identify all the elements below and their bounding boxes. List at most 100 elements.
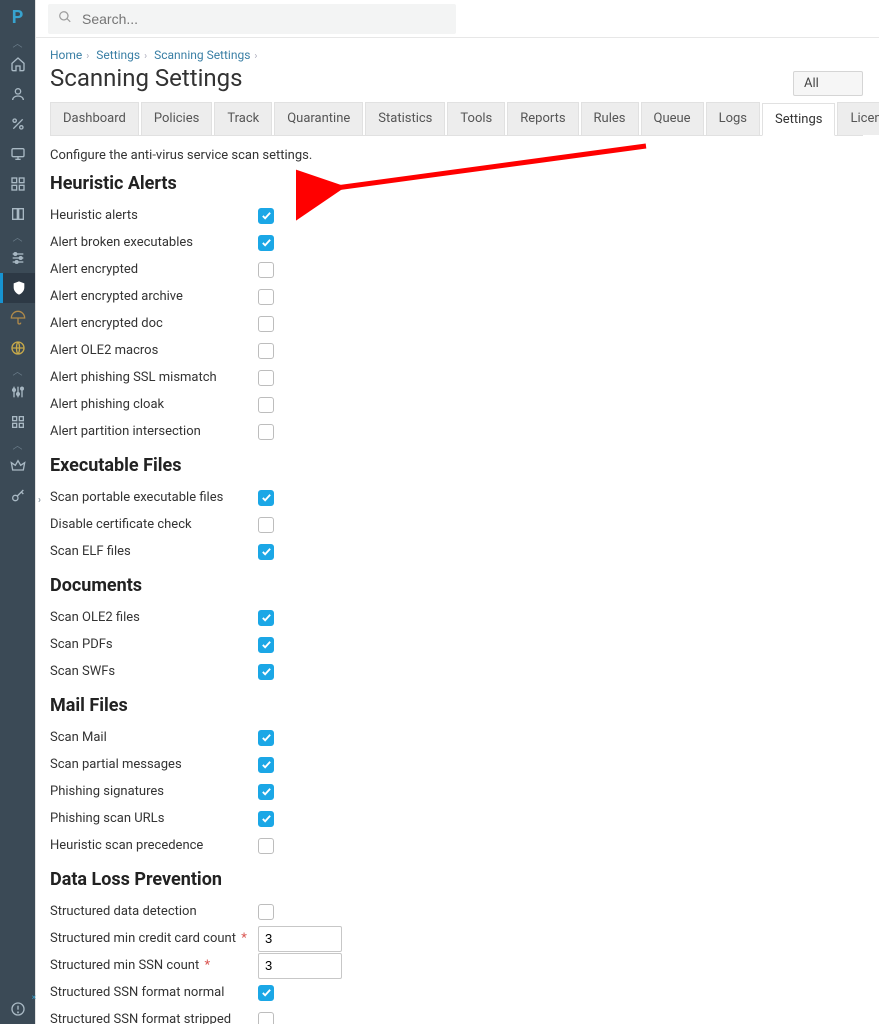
checkbox-structured-ssn-format-normal[interactable] xyxy=(258,985,274,1001)
label-phishing-scan-urls: Phishing scan URLs xyxy=(50,811,258,826)
section-dlp: Data Loss Prevention xyxy=(50,869,863,890)
row-alert-phishing-cloak: Alert phishing cloak xyxy=(50,391,863,418)
label-alert-phishing-cloak: Alert phishing cloak xyxy=(50,397,258,412)
breadcrumb-settings[interactable]: Settings xyxy=(96,48,140,62)
tabs: DashboardPoliciesTrackQuarantineStatisti… xyxy=(50,102,863,136)
row-phishing-signatures: Phishing signatures xyxy=(50,778,863,805)
row-structured-ssn-format-stripped: Structured SSN format stripped xyxy=(50,1006,863,1024)
label-structured-ssn-format-stripped: Structured SSN format stripped xyxy=(50,1012,258,1024)
label-alert-broken-executables: Alert broken executables xyxy=(50,235,258,250)
label-structured-min-ssn-count: Structured min SSN count * xyxy=(50,958,258,973)
row-scan-elf-files: Scan ELF files xyxy=(50,538,863,565)
row-scan-ole2-files: Scan OLE2 files xyxy=(50,604,863,631)
label-structured-min-credit-card-count: Structured min credit card count * xyxy=(50,931,258,946)
label-structured-ssn-format-normal: Structured SSN format normal xyxy=(50,985,258,1000)
label-scan-elf-files: Scan ELF files xyxy=(50,544,258,559)
rail-crown[interactable] xyxy=(0,451,35,481)
rail-user[interactable] xyxy=(0,79,35,109)
tab-license[interactable]: License xyxy=(837,102,879,135)
checkbox-disable-certificate-check[interactable] xyxy=(258,517,274,533)
rail-shield[interactable] xyxy=(0,273,35,303)
input-structured-min-credit-card-count[interactable] xyxy=(258,926,342,952)
tab-track[interactable]: Track xyxy=(214,102,272,135)
label-structured-data-detection: Structured data detection xyxy=(50,904,258,919)
checkbox-alert-partition-intersection[interactable] xyxy=(258,424,274,440)
rail-help[interactable]: × xyxy=(0,994,35,1024)
rail-percent[interactable] xyxy=(0,109,35,139)
checkbox-scan-swfs[interactable] xyxy=(258,664,274,680)
breadcrumb: Home› Settings› Scanning Settings› xyxy=(50,48,863,62)
tab-queue[interactable]: Queue xyxy=(641,102,704,135)
rail-umbrella[interactable] xyxy=(0,303,35,333)
page-title: Scanning Settings xyxy=(50,64,243,92)
rail-apps[interactable] xyxy=(0,407,35,437)
rail-home[interactable] xyxy=(0,49,35,79)
rail-book[interactable] xyxy=(0,199,35,229)
row-scan-pdfs: Scan PDFs xyxy=(50,631,863,658)
checkbox-scan-elf-files[interactable] xyxy=(258,544,274,560)
input-structured-min-ssn-count[interactable] xyxy=(258,953,342,979)
tab-quarantine[interactable]: Quarantine xyxy=(274,102,363,135)
tab-tools[interactable]: Tools xyxy=(447,102,505,135)
rail-key[interactable] xyxy=(0,481,35,511)
rail-grid[interactable] xyxy=(0,169,35,199)
label-scan-partial-messages: Scan partial messages xyxy=(50,757,258,772)
tab-settings[interactable]: Settings xyxy=(762,103,835,136)
row-scan-swfs: Scan SWFs xyxy=(50,658,863,685)
topbar xyxy=(36,0,879,38)
section-documents: Documents xyxy=(50,575,863,596)
rail-monitor[interactable] xyxy=(0,139,35,169)
tab-reports[interactable]: Reports xyxy=(507,102,578,135)
rail-equalizer[interactable] xyxy=(0,377,35,407)
checkbox-phishing-scan-urls[interactable] xyxy=(258,811,274,827)
tab-logs[interactable]: Logs xyxy=(706,102,760,135)
rail-collapse-icon[interactable]: ︿ xyxy=(0,35,35,49)
checkbox-scan-portable-executable-files[interactable] xyxy=(258,490,274,506)
tab-rules[interactable]: Rules xyxy=(581,102,639,135)
checkbox-alert-encrypted-doc[interactable] xyxy=(258,316,274,332)
checkbox-heuristic-scan-precedence[interactable] xyxy=(258,838,274,854)
row-alert-broken-executables: Alert broken executables xyxy=(50,229,863,256)
search-input[interactable] xyxy=(80,10,446,28)
row-alert-encrypted-doc: Alert encrypted doc xyxy=(50,310,863,337)
label-heuristic-scan-precedence: Heuristic scan precedence xyxy=(50,838,258,853)
row-heuristic-scan-precedence: Heuristic scan precedence xyxy=(50,832,863,859)
search-box[interactable] xyxy=(48,4,456,34)
checkbox-phishing-signatures[interactable] xyxy=(258,784,274,800)
rail-globe[interactable] xyxy=(0,333,35,363)
checkbox-heuristic-alerts[interactable] xyxy=(258,208,274,224)
section-heuristic: Heuristic Alerts xyxy=(50,173,863,194)
checkbox-scan-mail[interactable] xyxy=(258,730,274,746)
tab-policies[interactable]: Policies xyxy=(141,102,212,135)
rail-collapse-icon-2[interactable]: ︿ xyxy=(0,229,35,243)
checkbox-alert-phishing-ssl-mismatch[interactable] xyxy=(258,370,274,386)
row-alert-partition-intersection: Alert partition intersection xyxy=(50,418,863,445)
checkbox-alert-encrypted-archive[interactable] xyxy=(258,289,274,305)
label-scan-mail: Scan Mail xyxy=(50,730,258,745)
tab-dashboard[interactable]: Dashboard xyxy=(50,102,139,135)
row-scan-partial-messages: Scan partial messages xyxy=(50,751,863,778)
checkbox-structured-ssn-format-stripped[interactable] xyxy=(258,1012,274,1024)
rail-collapse-icon-3[interactable]: ︿ xyxy=(0,363,35,377)
label-alert-partition-intersection: Alert partition intersection xyxy=(50,424,258,439)
checkbox-alert-phishing-cloak[interactable] xyxy=(258,397,274,413)
breadcrumb-home[interactable]: Home xyxy=(50,48,82,62)
main: Home› Settings› Scanning Settings› Scann… xyxy=(35,0,879,1024)
row-alert-phishing-ssl-mismatch: Alert phishing SSL mismatch xyxy=(50,364,863,391)
checkbox-structured-data-detection[interactable] xyxy=(258,904,274,920)
label-disable-certificate-check: Disable certificate check xyxy=(50,517,258,532)
checkbox-alert-broken-executables[interactable] xyxy=(258,235,274,251)
rail-collapse-icon-4[interactable]: ︿ xyxy=(0,437,35,451)
label-alert-encrypted-doc: Alert encrypted doc xyxy=(50,316,258,331)
checkbox-scan-partial-messages[interactable] xyxy=(258,757,274,773)
checkbox-scan-ole2-files[interactable] xyxy=(258,610,274,626)
row-alert-ole2-macros: Alert OLE2 macros xyxy=(50,337,863,364)
checkbox-alert-ole2-macros[interactable] xyxy=(258,343,274,359)
breadcrumb-scanning[interactable]: Scanning Settings xyxy=(154,48,250,62)
rail-sliders[interactable] xyxy=(0,243,35,273)
label-alert-ole2-macros: Alert OLE2 macros xyxy=(50,343,258,358)
checkbox-alert-encrypted[interactable] xyxy=(258,262,274,278)
scope-select[interactable]: All xyxy=(793,71,863,96)
tab-statistics[interactable]: Statistics xyxy=(365,102,445,135)
checkbox-scan-pdfs[interactable] xyxy=(258,637,274,653)
